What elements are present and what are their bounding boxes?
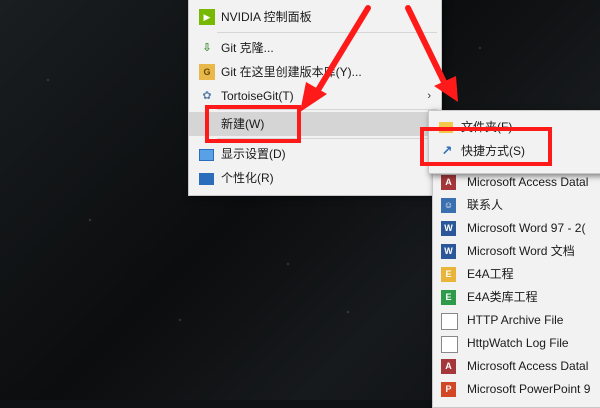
- menu-item-filetype[interactable]: E E4A类库工程: [433, 286, 600, 309]
- menu-item-filetype[interactable]: A Microsoft Access Datal: [433, 171, 600, 194]
- menu-item-filetype[interactable]: W Microsoft Word 97 - 2(: [433, 217, 600, 240]
- highlight-box-shortcut: [420, 127, 552, 166]
- word-icon: W: [441, 221, 456, 236]
- chevron-right-icon: ›: [427, 90, 431, 102]
- nvidia-icon: ▶: [199, 9, 215, 25]
- filetype-label: 联系人: [467, 198, 504, 212]
- filetype-label: E4A工程: [467, 267, 514, 281]
- filetype-label: HTTP Archive File: [467, 313, 564, 327]
- powerpoint-icon: P: [441, 382, 456, 397]
- git-repo-icon: G: [199, 64, 215, 80]
- menu-item-git-create-repo[interactable]: G Git 在这里创建版本库(Y)...: [189, 60, 441, 84]
- file-icon: [441, 313, 458, 330]
- menu-item-filetype[interactable]: A Microsoft Access Datal: [433, 355, 600, 378]
- menu-item-filetype[interactable]: HTTP Archive File: [433, 309, 600, 332]
- filetype-label: HttpWatch Log File: [467, 336, 569, 350]
- menu-item-filetype[interactable]: HttpWatch Log File: [433, 332, 600, 355]
- word-icon: W: [441, 244, 456, 259]
- menu-item-git-clone[interactable]: ⇩ Git 克隆...: [189, 36, 441, 60]
- menu-separator: [217, 32, 437, 33]
- filetype-label: Microsoft Access Datal: [467, 175, 589, 189]
- filetype-label: Microsoft Access Datal: [467, 359, 589, 373]
- filetype-label: E4A类库工程: [467, 290, 538, 304]
- menu-item-filetype[interactable]: ☺ 联系人: [433, 194, 600, 217]
- access-icon: A: [441, 359, 456, 374]
- tortoisegit-icon: ✿: [202, 90, 212, 102]
- filetype-label: Microsoft Word 文档: [467, 244, 575, 258]
- e4a-icon: E: [441, 267, 456, 282]
- menu-item-filetype[interactable]: P Microsoft PowerPoint 9: [433, 378, 600, 401]
- menu-item-filetype[interactable]: W Microsoft Word 文档: [433, 240, 600, 263]
- git-clone-icon: ⇩: [202, 42, 212, 54]
- desktop-context-menu: ▶ NVIDIA 控制面板 ⇩ Git 克隆... G Git 在这里创建版本库…: [188, 0, 442, 196]
- file-icon: [441, 336, 458, 353]
- personalize-icon: [199, 173, 214, 185]
- menu-item-display-settings[interactable]: 显示设置(D): [189, 142, 441, 166]
- contact-icon: ☺: [441, 198, 456, 213]
- access-icon: A: [441, 175, 456, 190]
- filetype-label: Microsoft Word 97 - 2(: [467, 221, 586, 235]
- e4a-lib-icon: E: [441, 290, 456, 305]
- new-file-type-list: A Microsoft Access Datal ☺ 联系人 W Microsoft Wo…: [432, 166, 600, 408]
- menu-item-personalize[interactable]: 个性化(R): [189, 166, 441, 190]
- highlight-box-new: [205, 105, 301, 143]
- menu-item-filetype[interactable]: E E4A工程: [433, 263, 600, 286]
- filetype-label: Microsoft PowerPoint 9: [467, 382, 591, 396]
- menu-item-nvidia[interactable]: ▶ NVIDIA 控制面板: [189, 5, 441, 29]
- display-icon: [199, 149, 214, 161]
